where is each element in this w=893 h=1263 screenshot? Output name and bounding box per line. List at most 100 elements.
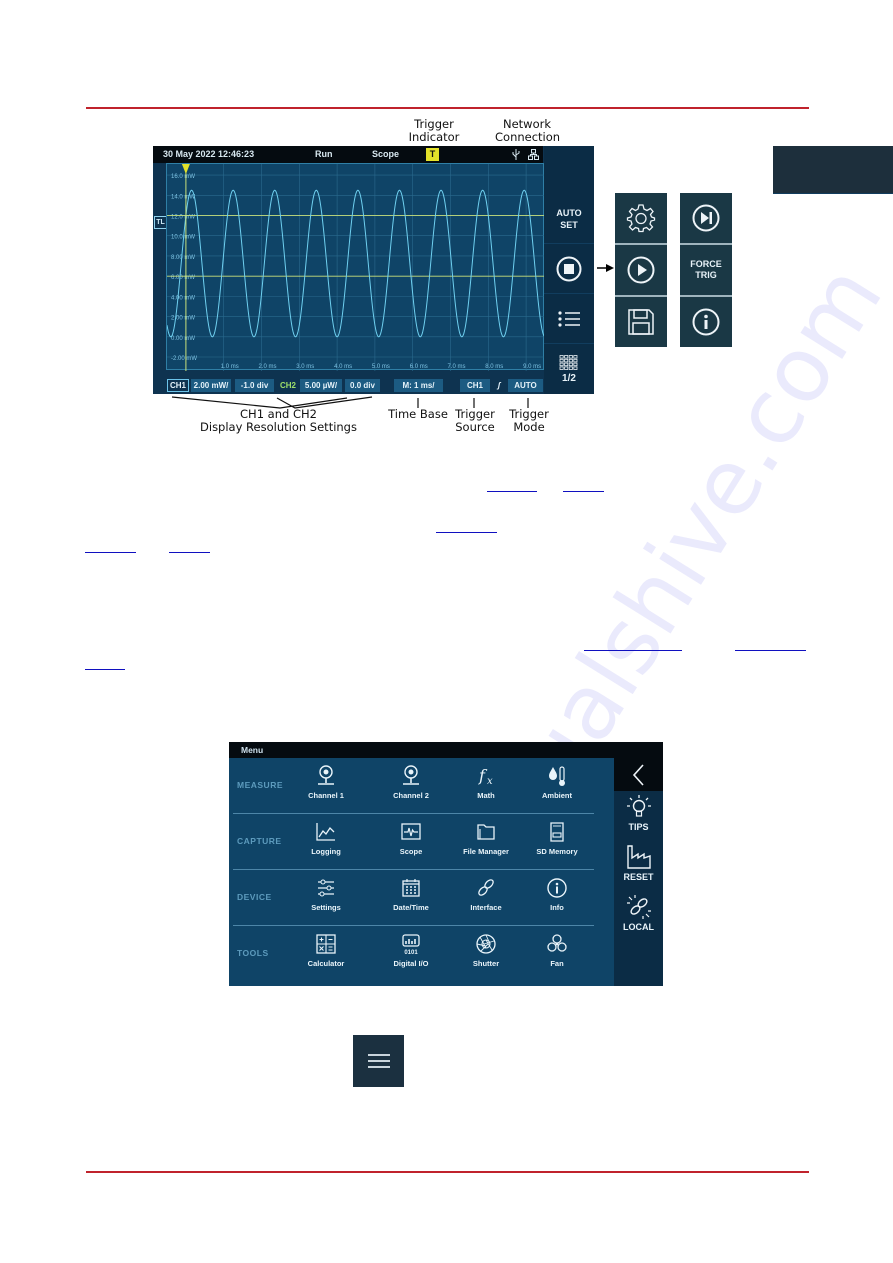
menu-item-sd-memory[interactable]: SD Memory (517, 820, 597, 866)
menu-item-shutter[interactable]: Shutter (446, 932, 526, 978)
single-step-button[interactable] (680, 193, 732, 243)
scope-icon (371, 820, 451, 844)
menu-item-scope[interactable]: Scope (371, 820, 451, 866)
y-tick-label: -2.00 mW (171, 356, 197, 362)
menu-item-label: Logging (311, 847, 341, 856)
y-tick-label: 16.0 mW (171, 174, 195, 180)
settings-button[interactable] (615, 193, 667, 243)
menu-item-interface[interactable]: Interface (446, 876, 526, 922)
factory-icon (626, 845, 651, 869)
callout-trigger-source: Trigger Source (452, 408, 498, 434)
svg-text:0101: 0101 (404, 950, 418, 956)
y-tick-label: 0.00 mW (171, 336, 195, 342)
run-state: Run (315, 149, 333, 159)
menu-item-file-manager[interactable]: File Manager (446, 820, 526, 866)
x-tick-label: 2.0 ms (259, 364, 277, 370)
page-button[interactable]: 1/2 (544, 344, 594, 394)
menu-screen: Menu MEASURE Channel 1 Channel 2 f x Math Ambi… (229, 742, 663, 986)
scope-settings-bar: CH1 2.00 mW/ -1.0 div CH2 5.00 µW/ 0.0 d… (153, 378, 544, 394)
menu-body: MEASURE Channel 1 Channel 2 f x Math Ambient CA… (229, 758, 614, 986)
menu-item-channel-1[interactable]: Channel 1 (286, 764, 366, 810)
menu-item-label: Date/Time (393, 903, 429, 912)
callout-trigger-mode: Trigger Mode (506, 408, 552, 434)
trigger-mode[interactable]: AUTO (508, 379, 543, 392)
hyperlink[interactable] (735, 650, 806, 651)
sliders-icon (286, 876, 366, 900)
hyperlink[interactable] (487, 491, 537, 492)
scope-screen: 30 May 2022 12:46:23 Run Scope T TL 16.0… (153, 146, 893, 394)
menu-item-info[interactable]: Info (517, 876, 597, 922)
menu-item-date-time[interactable]: Date/Time (371, 876, 451, 922)
run-button[interactable] (615, 245, 667, 295)
ch2-offset[interactable]: 0.0 div (345, 379, 380, 392)
y-tick-label: 14.0 mW (171, 194, 195, 200)
menu-item-logging[interactable]: Logging (286, 820, 366, 866)
hamburger-icon (367, 1054, 390, 1068)
callout-network-connection: Network Connection (495, 118, 561, 144)
menu-item-label: Channel 1 (308, 791, 344, 800)
trigger-source[interactable]: CH1 (460, 379, 490, 392)
waveform-plot[interactable]: 16.0 mW 14.0 mW 12.0 mW 10.0 mW 8.00 mW 6.00 … (166, 163, 545, 371)
local-button[interactable]: LOCAL (614, 894, 663, 932)
datetime: 30 May 2022 12:46:23 (163, 149, 255, 159)
force-trig-button[interactable]: FORCE TRIG (680, 245, 732, 295)
ch2-scale[interactable]: 5.00 µW/ (300, 379, 342, 392)
menu-row-capture: CAPTURE Logging Scope File Manager SD Memory (229, 814, 614, 870)
x-tick-label: 4.0 ms (334, 364, 352, 370)
menu-item-digital-i-o[interactable]: 0101 Digital I/O (371, 932, 451, 978)
menu-button-example[interactable] (353, 1035, 404, 1087)
grid-icon (559, 354, 578, 370)
menu-item-label: Channel 2 (393, 791, 429, 800)
menu-item-calculator[interactable]: Calculator (286, 932, 366, 978)
menu-button[interactable] (773, 146, 893, 194)
back-button[interactable] (614, 758, 663, 791)
x-tick-label: 3.0 ms (296, 364, 314, 370)
x-tick-label: 9.0 ms (523, 364, 541, 370)
callout-line: Connection (495, 130, 561, 144)
ch1-offset[interactable]: -1.0 div (235, 379, 274, 392)
waveform-svg: 16.0 mW14.0 mW12.0 mW10.0 mW8.00 mW6.00 … (167, 164, 545, 371)
calendar-icon (371, 876, 451, 900)
menu-item-settings[interactable]: Settings (286, 876, 366, 922)
x-tick-label: 5.0 ms (372, 364, 390, 370)
reset-button[interactable]: RESET (614, 844, 663, 882)
chart-line-icon (286, 820, 366, 844)
menu-item-channel-2[interactable]: Channel 2 (371, 764, 451, 810)
mode-label: Scope (372, 149, 400, 159)
x-tick-label: 6.0 ms (410, 364, 428, 370)
trigger-edge-icon[interactable]: ʃ (493, 379, 505, 392)
stop-button[interactable] (544, 244, 594, 294)
lightbulb-icon (626, 795, 651, 817)
ch2-selector[interactable]: CH2 (277, 379, 299, 392)
menu-item-math[interactable]: f x Math (446, 764, 526, 810)
folder-icon (446, 820, 526, 844)
info-icon (692, 308, 720, 336)
arrow-icon (597, 264, 614, 272)
scope-side-panel: AUTO SET 1/2 (544, 146, 893, 394)
menu-item-ambient[interactable]: Ambient (517, 764, 597, 810)
hyperlink[interactable] (85, 552, 136, 553)
autoset-button[interactable]: AUTO SET (544, 194, 594, 244)
menu-category-label: DEVICE (237, 892, 272, 902)
menu-item-fan[interactable]: Fan (517, 932, 597, 978)
hyperlink[interactable] (436, 532, 497, 533)
menu-item-label: File Manager (463, 847, 509, 856)
y-tick-label: 2.00 mW (171, 316, 195, 322)
ch1-selector[interactable]: CH1 (167, 379, 189, 392)
sensor-icon (371, 764, 451, 788)
menu-item-label: Scope (399, 847, 423, 856)
tips-button[interactable]: TIPS (614, 794, 663, 832)
time-base[interactable]: M: 1 ms/ (394, 379, 443, 392)
menu-row-tools: TOOLS Calculator 0101 Digital I/O Shutter Fan (229, 926, 614, 982)
ch1-scale[interactable]: 2.00 mW/ (191, 379, 231, 392)
list-button[interactable] (544, 294, 594, 344)
info-button[interactable] (680, 297, 732, 347)
hyperlink[interactable] (169, 552, 210, 553)
callout-line: Display Resolution Settings (200, 420, 357, 434)
hyperlink[interactable] (85, 669, 125, 670)
callout-line: Source (455, 420, 495, 434)
save-button[interactable] (615, 297, 667, 347)
hyperlink[interactable] (584, 650, 682, 651)
hyperlink[interactable] (563, 491, 604, 492)
x-tick-label: 8.0 ms (485, 364, 503, 370)
